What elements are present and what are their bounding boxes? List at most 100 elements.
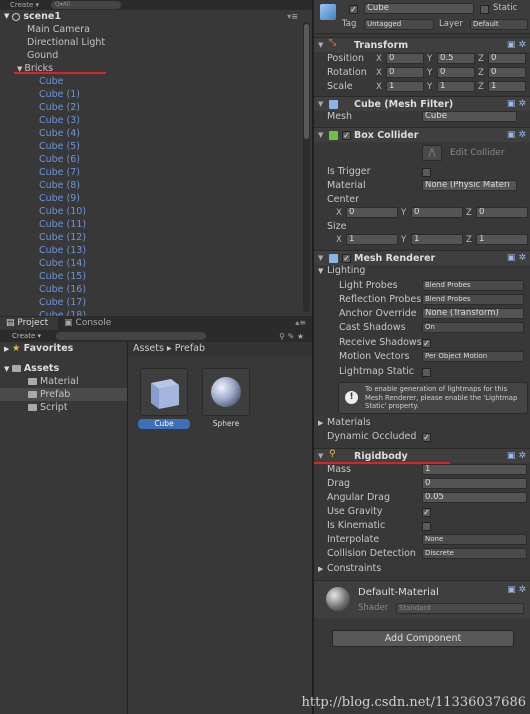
collapsed-arrow-icon[interactable]: ▶ [318, 562, 323, 576]
drag-field[interactable]: 0 [422, 478, 527, 489]
mesh-field[interactable]: Cube [422, 111, 517, 122]
tab-project[interactable]: ▤ Project [0, 317, 59, 330]
lighting-row[interactable]: ▼ Lighting [314, 264, 530, 278]
interpolate-dropdown[interactable]: None [422, 534, 527, 545]
favorites-row[interactable]: ▶ ★ Favorites [0, 342, 127, 355]
reflection-probes-dropdown[interactable]: Blend Probes [422, 294, 524, 305]
hierarchy-search-input[interactable]: Q▾All [51, 1, 121, 9]
toolbar-icons[interactable]: ⚲ ✎ ★ [279, 332, 304, 341]
anchor-override-dropdown[interactable]: None (Transform) [422, 308, 524, 319]
layer-dropdown[interactable]: Default [470, 19, 528, 30]
breadcrumb[interactable]: Assets ▸ Prefab [128, 342, 312, 356]
cast-shadows-dropdown[interactable]: On [422, 322, 524, 333]
angular-drag-field[interactable]: 0.05 [422, 492, 527, 503]
component-menu-icon[interactable]: ▣ ✲ [507, 449, 526, 464]
component-menu-icon[interactable]: ▣ ✲ [507, 38, 526, 53]
scene-menu-icon[interactable]: ▾≡ [287, 10, 298, 23]
light-probes-dropdown[interactable]: Blend Probes [422, 280, 524, 291]
rotation-z-field[interactable]: 0 [488, 67, 526, 78]
position-y-field[interactable]: 0.5 [437, 53, 475, 64]
hierarchy-item[interactable]: Main Camera [0, 23, 312, 36]
edit-collider-button[interactable]: ⋀ Edit Collider [422, 144, 522, 162]
asset-cube[interactable]: Cube [138, 368, 190, 429]
add-component-button[interactable]: Add Component [332, 630, 514, 647]
box-collider-enabled-checkbox[interactable]: ✓ [342, 131, 351, 140]
assets-row[interactable]: ▼ Assets [0, 362, 127, 375]
position-x-field[interactable]: 0 [386, 53, 424, 64]
scale-y-field[interactable]: 1 [437, 81, 475, 92]
scene-row[interactable]: ▼ scene1 ▾≡ [0, 10, 312, 23]
hierarchy-child-cube[interactable]: Cube (12) [39, 231, 312, 244]
expand-arrow-icon[interactable]: ▼ [318, 38, 323, 53]
mesh-renderer-enabled-checkbox[interactable]: ✓ [342, 254, 351, 263]
active-checkbox[interactable]: ✓ [349, 5, 358, 14]
collision-dropdown[interactable]: Discrete [422, 548, 527, 559]
dynamic-occluded-checkbox[interactable]: ✓ [422, 433, 431, 442]
expand-arrow-icon[interactable]: ▼ [318, 128, 323, 143]
expand-arrow-icon[interactable]: ▼ [4, 365, 12, 373]
material-section[interactable]: Default-Material Shader Standard ▣ ✲ [314, 580, 530, 618]
hierarchy-child-cube[interactable]: Cube (7) [39, 166, 312, 179]
shader-dropdown[interactable]: Standard [396, 603, 524, 614]
object-name-field[interactable]: Cube [364, 3, 474, 14]
rotation-x-field[interactable]: 0 [386, 67, 424, 78]
tag-dropdown[interactable]: Untagged [364, 19, 434, 30]
folder-material[interactable]: Material [0, 375, 127, 388]
transform-header[interactable]: ▼ ⤡ Transform ▣ ✲ [314, 37, 530, 52]
hierarchy-scroll-thumb[interactable] [304, 24, 309, 139]
expand-arrow-icon[interactable]: ▶ [4, 345, 12, 353]
component-menu-icon[interactable]: ▣ ✲ [507, 128, 526, 143]
center-y-field[interactable]: 0 [411, 207, 463, 218]
asset-sphere[interactable]: Sphere [200, 368, 252, 429]
hierarchy-child-cube[interactable]: Cube (10) [39, 205, 312, 218]
material-menu-icon[interactable]: ▣ ✲ [507, 585, 526, 595]
hierarchy-child-cube[interactable]: Cube (5) [39, 140, 312, 153]
materials-row[interactable]: ▶ Materials [314, 416, 530, 430]
hierarchy-child-cube[interactable]: Cube (18) [39, 309, 312, 316]
static-checkbox[interactable] [480, 5, 489, 14]
hierarchy-child-cube[interactable]: Cube (15) [39, 270, 312, 283]
is-trigger-checkbox[interactable] [422, 168, 431, 177]
hierarchy-child-cube[interactable]: Cube (13) [39, 244, 312, 257]
hierarchy-child-cube[interactable]: Cube (4) [39, 127, 312, 140]
hierarchy-child-cube[interactable]: Cube (14) [39, 257, 312, 270]
hierarchy-child-cube[interactable]: Cube (16) [39, 283, 312, 296]
expand-arrow-icon[interactable]: ▼ [318, 264, 323, 278]
project-create-button[interactable]: Create ▾ [12, 332, 52, 340]
hierarchy-create-button[interactable]: Create ▾ [10, 1, 39, 9]
hierarchy-child-cube[interactable]: Cube [39, 75, 312, 88]
is-kinematic-checkbox[interactable] [422, 522, 431, 531]
hierarchy-child-cube[interactable]: Cube (6) [39, 153, 312, 166]
constraints-row[interactable]: ▶ Constraints [314, 562, 530, 576]
hierarchy-child-cube[interactable]: Cube (3) [39, 114, 312, 127]
folder-prefab[interactable]: Prefab [0, 388, 127, 401]
hierarchy-item[interactable]: Directional Light [0, 36, 312, 49]
expand-arrow-icon[interactable]: ▼ [4, 10, 9, 23]
box-collider-header[interactable]: ▼ ✓ Box Collider ▣ ✲ [314, 127, 530, 142]
lightmap-static-checkbox[interactable] [422, 368, 431, 377]
tab-console[interactable]: ▣ Console [58, 317, 121, 330]
size-y-field[interactable]: 1 [411, 234, 463, 245]
scale-x-field[interactable]: 1 [386, 81, 424, 92]
folder-script[interactable]: Script [0, 401, 127, 414]
hierarchy-item[interactable]: Gound [0, 49, 312, 62]
hierarchy-child-cube[interactable]: Cube (11) [39, 218, 312, 231]
hierarchy-child-cube[interactable]: Cube (8) [39, 179, 312, 192]
mesh-filter-header[interactable]: ▼ Cube (Mesh Filter) ▣ ✲ [314, 96, 530, 111]
physic-material-field[interactable]: None (Physic Materi [422, 180, 517, 191]
size-z-field[interactable]: 1 [476, 234, 528, 245]
collapsed-arrow-icon[interactable]: ▶ [318, 416, 323, 430]
center-z-field[interactable]: 0 [476, 207, 528, 218]
hierarchy-child-cube[interactable]: Cube (2) [39, 101, 312, 114]
mass-field[interactable]: 1 [422, 464, 527, 475]
size-x-field[interactable]: 1 [346, 234, 398, 245]
use-gravity-checkbox[interactable]: ✓ [422, 508, 431, 517]
center-x-field[interactable]: 0 [346, 207, 398, 218]
position-z-field[interactable]: 0 [488, 53, 526, 64]
mesh-renderer-header[interactable]: ▼ ✓ Mesh Renderer ▣ ✲ [314, 250, 530, 265]
project-search-input[interactable] [56, 332, 206, 340]
rotation-y-field[interactable]: 0 [437, 67, 475, 78]
motion-vectors-dropdown[interactable]: Per Object Motion [422, 351, 524, 362]
receive-shadows-checkbox[interactable]: ✓ [422, 339, 431, 348]
panel-menu-icon[interactable]: ▴≡ [295, 318, 306, 327]
